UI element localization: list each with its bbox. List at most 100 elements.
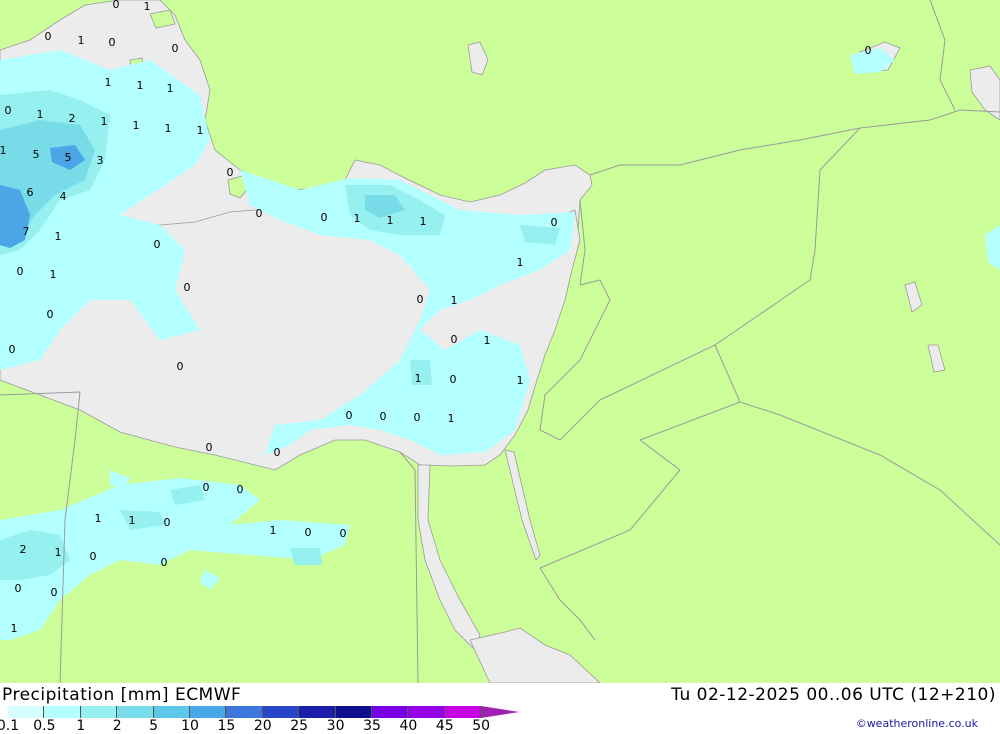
- precip-value-label: 1: [37, 108, 44, 121]
- legend-tick-label: 40: [399, 718, 418, 734]
- precip-value-label: 1: [105, 76, 112, 89]
- legend-swatch: [153, 706, 190, 718]
- precip-value-label: 1: [387, 214, 394, 227]
- legend-tick-label: 25: [290, 718, 309, 734]
- precip-value-label: 1: [484, 334, 491, 347]
- precip-value-label: 1: [451, 294, 458, 307]
- legend-tick-label: 30: [326, 718, 345, 734]
- precip-value-label: 1: [0, 144, 7, 157]
- legend-tick-label: 0.1: [0, 718, 20, 734]
- legend-swatch: [226, 706, 263, 718]
- precip-value-label: 0: [227, 166, 234, 179]
- precip-value-label: 0: [450, 373, 457, 386]
- legend-tick-label: 5: [149, 718, 159, 734]
- precip-value-label: 1: [517, 256, 524, 269]
- legend-swatch: [117, 706, 154, 718]
- precip-value-label: 0: [321, 211, 328, 224]
- precip-value-label: 0: [451, 333, 458, 346]
- precip-value-label: 0: [414, 411, 421, 424]
- legend-swatch: [44, 706, 81, 718]
- precip-value-label: 2: [20, 543, 27, 556]
- precip-value-label: 4: [60, 190, 67, 203]
- legend-swatch: [262, 706, 300, 718]
- precip-value-label: 1: [129, 514, 136, 527]
- precip-value-label: 0: [184, 281, 191, 294]
- precip-value-label: 0: [154, 238, 161, 251]
- precip-value-label: 1: [167, 82, 174, 95]
- precip-value-label: 0: [305, 526, 312, 539]
- precip-value-label: 0: [172, 42, 179, 55]
- forecast-datetime: Tu 02-12-2025 00..06 UTC (12+210): [671, 685, 996, 705]
- precip-value-label: 0: [417, 293, 424, 306]
- precip-value-label: 1: [50, 268, 57, 281]
- precip-value-label: 0: [113, 0, 120, 11]
- precip-value-label: 1: [55, 546, 62, 559]
- precip-value-label: 1: [11, 622, 18, 635]
- precip-value-label: 1: [448, 412, 455, 425]
- precip-value-label: 5: [33, 148, 40, 161]
- precip-value-label: 0: [340, 527, 347, 540]
- map-canvas: 0 1 0 0 1 0 1 1 1 0 1 2 1 1 1 1 1 5 5 3 0 6 4 0 0 1 1 1 0 7 1 0 1 0 1 0 0 1 0 0…: [0, 0, 1000, 684]
- precip-value-label: 0: [15, 582, 22, 595]
- precip-value-label: 0: [109, 36, 116, 49]
- precip-value-label: 3: [97, 154, 104, 167]
- precip-value-label: 1: [420, 215, 427, 228]
- color-legend: [8, 706, 520, 718]
- precip-value-label: 0: [256, 207, 263, 220]
- precip-value-label: 1: [137, 79, 144, 92]
- legend-swatch: [189, 706, 227, 718]
- precip-value-label: 2: [69, 112, 76, 125]
- precip-value-label: 1: [517, 374, 524, 387]
- precip-value-label: 5: [65, 151, 72, 164]
- legend-tick-label: 20: [253, 718, 272, 734]
- legend-tick-label: 0.5: [33, 718, 56, 734]
- legend-swatch: [408, 706, 445, 718]
- precip-value-label: 1: [133, 119, 140, 132]
- legend-tick-label: 45: [435, 718, 454, 734]
- legend-tick-label: 35: [363, 718, 381, 734]
- legend-tick-label: 15: [217, 718, 236, 734]
- legend-tick-label: 50: [472, 718, 491, 734]
- precip-value-label: 0: [206, 441, 213, 454]
- precip-value-label: 0: [90, 550, 97, 563]
- precip-value-label: 1: [95, 512, 102, 525]
- legend-swatch: [371, 706, 409, 718]
- map-footer: Precipitation [mm] ECMWF Tu 02-12-2025 0…: [0, 683, 1000, 734]
- precipitation-map[interactable]: 0 1 0 0 1 0 1 1 1 0 1 2 1 1 1 1 1 5 5 3 0 6 4 0 0 1 1 1 0 7 1 0 1 0 1 0 0 1 0 0…: [0, 0, 1000, 684]
- precip-value-label: 1: [270, 524, 277, 537]
- precip-value-label: 0: [51, 586, 58, 599]
- precip-value-label: 0: [346, 409, 353, 422]
- legend-swatch: [8, 706, 45, 718]
- precip-value-label: 0: [237, 483, 244, 496]
- precip-value-label: 0: [17, 265, 24, 278]
- precip-value-label: 0: [164, 516, 171, 529]
- precip-value-label: 0: [203, 481, 210, 494]
- precip-value-label: 0: [274, 446, 281, 459]
- precip-value-label: 1: [354, 212, 361, 225]
- precip-value-label: 1: [144, 0, 151, 13]
- precip-value-label: 1: [55, 230, 62, 243]
- precip-value-label: 1: [101, 115, 108, 128]
- precip-value-label: 0: [5, 104, 12, 117]
- legend-tick-label: 2: [112, 718, 122, 734]
- legend-tick-label: 1: [76, 718, 86, 734]
- precip-value-label: 0: [380, 410, 387, 423]
- precip-value-label: 0: [551, 216, 558, 229]
- legend-tick-label: 10: [181, 718, 199, 734]
- precip-value-label: 1: [415, 372, 422, 385]
- precip-value-label: 1: [165, 122, 172, 135]
- legend-swatch: [80, 706, 118, 718]
- precip-value-label: 0: [865, 44, 872, 57]
- precip-value-label: 0: [47, 308, 54, 321]
- precip-value-label: 0: [177, 360, 184, 373]
- legend-swatch: [335, 706, 372, 718]
- precip-value-label: 1: [78, 34, 85, 47]
- legend-swatch: [299, 706, 336, 718]
- precip-value-label: 0: [45, 30, 52, 43]
- precip-value-label: 0: [161, 556, 168, 569]
- precip-value-label: 0: [9, 343, 16, 356]
- credit-link[interactable]: ©weatheronline.co.uk: [856, 717, 978, 730]
- legend-arrow: [481, 706, 520, 718]
- precip-value-label: 1: [197, 124, 204, 137]
- precip-value-label: 7: [23, 225, 30, 238]
